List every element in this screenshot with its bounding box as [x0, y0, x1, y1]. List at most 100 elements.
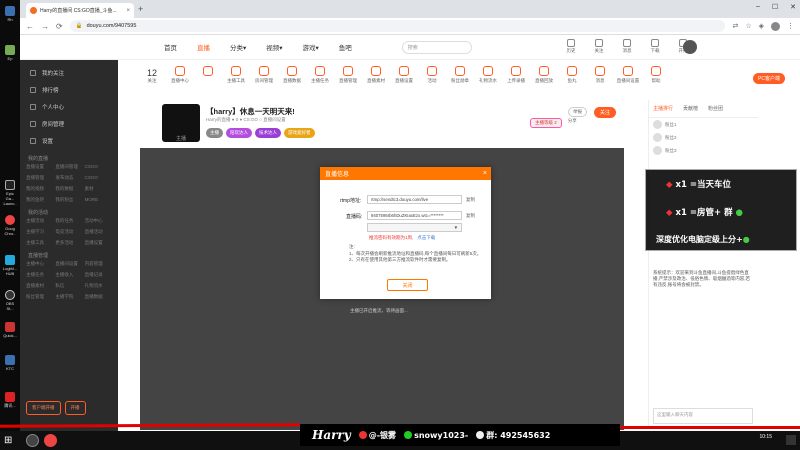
tool-item[interactable]: 粉丝勋章: [446, 62, 474, 84]
sidebar-item-rank[interactable]: 排行榜: [20, 81, 118, 98]
download-button[interactable]: 下载: [647, 39, 663, 54]
close-dialog-button[interactable]: 关闭: [387, 279, 428, 291]
avatar: [653, 120, 662, 129]
rtmp-field[interactable]: rtmp://sendtc3.douyu.com/live: [367, 195, 462, 204]
tool-item[interactable]: 直播间设置: [614, 62, 642, 84]
follow-count[interactable]: 12 关注: [138, 62, 166, 84]
tool-item[interactable]: 直播素材: [362, 62, 390, 84]
line-select[interactable]: ▼: [367, 223, 462, 232]
tool-item[interactable]: [194, 62, 222, 78]
desktop-icon-chrome[interactable]: Goog Chro..: [2, 215, 18, 236]
nav-category[interactable]: 分类▾: [230, 42, 246, 52]
minimize-button[interactable]: –: [756, 3, 760, 11]
room-tag[interactable]: 游戏爱好者: [284, 128, 315, 138]
tab-rank[interactable]: 主播排行: [653, 105, 673, 112]
rank-item[interactable]: 粉丝3: [649, 144, 758, 157]
tool-item[interactable]: 活动: [418, 62, 446, 84]
profile-avatar[interactable]: [771, 21, 780, 31]
tool-item[interactable]: 直播数据: [278, 62, 306, 84]
chat-input[interactable]: 这里输入聊天内容: [653, 408, 753, 424]
rank-item[interactable]: 粉丝1: [649, 118, 758, 131]
desktop-icon-tencent[interactable]: 腾讯...: [2, 392, 18, 408]
star-icon[interactable]: ☆: [745, 22, 751, 30]
desktop-icon-logi[interactable]: LogiM... HUB: [2, 255, 18, 276]
tool-item[interactable]: 主播任务: [306, 62, 334, 84]
sidebar-section-title: 直播管理: [28, 253, 49, 259]
copy-key-button[interactable]: 复制: [466, 213, 475, 219]
room-tag[interactable]: 主播: [206, 128, 223, 138]
nav-yuba[interactable]: 鱼吧: [339, 42, 352, 52]
browser-tab[interactable]: Harry的直播间 CS:GO直播_斗鱼... ×: [26, 3, 134, 18]
nav-home[interactable]: 首页: [164, 42, 177, 52]
tab-fans[interactable]: 粉丝团: [708, 105, 723, 112]
url-bar[interactable]: 🔒 douyu.com/9407595: [69, 20, 726, 32]
desktop-icon-quick[interactable]: Quick...: [2, 322, 18, 338]
app-icon: [5, 6, 15, 16]
desktop-icon-1[interactable]: Rh: [2, 6, 18, 22]
tab-contrib[interactable]: 贡献榜: [683, 105, 698, 112]
user-avatar[interactable]: [683, 40, 697, 54]
notification-icon[interactable]: [786, 435, 796, 445]
report-button[interactable]: 举报: [568, 107, 587, 117]
room-avatar[interactable]: 主播: [162, 104, 200, 142]
tool-item[interactable]: 主播工具: [222, 62, 250, 84]
tool-item[interactable]: 直播设置: [390, 62, 418, 84]
sidebar-item-follow[interactable]: 我的关注: [20, 64, 118, 81]
tool-item[interactable]: 上传录播: [502, 62, 530, 84]
tool-item[interactable]: 帮助: [642, 62, 670, 84]
extensions-icon[interactable]: ◈: [759, 22, 764, 30]
header-icons: 历史 关注 消息 下载 开播: [563, 39, 691, 54]
tool-item[interactable]: 房间管理: [250, 62, 278, 84]
dialog-title: 直播信息: [325, 172, 350, 178]
tool-item[interactable]: 直播管理: [334, 62, 362, 84]
tool-item[interactable]: 直播回放: [530, 62, 558, 84]
sidebar-item-settings[interactable]: 设置: [20, 132, 118, 149]
overlay-line-3: 深度优化电脑定级上分+●: [656, 235, 750, 244]
follow-button[interactable]: 关注: [594, 107, 617, 118]
room-info: 主播 【harry】休息一天明天来! Harry的直播 ● 0 ● CS:GO …: [138, 100, 638, 146]
back-icon[interactable]: ←: [26, 22, 34, 31]
rank-item[interactable]: 粉丝2: [649, 131, 758, 144]
copy-rtmp-button[interactable]: 复制: [466, 197, 475, 203]
start-live-button[interactable]: 开播: [64, 401, 86, 415]
tool-item[interactable]: 直播中心: [166, 62, 194, 84]
chrome-icon[interactable]: [44, 434, 57, 447]
download-link[interactable]: 点击下载: [417, 235, 435, 240]
app-icon: [5, 322, 15, 332]
desktop-icon-ktc[interactable]: KTC: [2, 355, 18, 371]
lock-icon: 🔒: [75, 23, 83, 29]
desktop-icon-obs[interactable]: OBS St...: [2, 290, 18, 311]
maximize-button[interactable]: ☐: [772, 3, 778, 11]
windows-start-icon[interactable]: ⊞: [4, 435, 12, 446]
tool-item[interactable]: 礼物流水: [474, 62, 502, 84]
tool-item[interactable]: 鱼丸: [558, 62, 586, 84]
nav-game[interactable]: 游戏▾: [303, 42, 319, 52]
search-icon[interactable]: [26, 434, 39, 447]
nav-video[interactable]: 视频▾: [266, 42, 282, 52]
taskbar-clock[interactable]: 10:15: [759, 434, 772, 440]
history-button[interactable]: 历史: [563, 39, 579, 54]
follow-button[interactable]: 关注: [591, 39, 607, 54]
menu-icon[interactable]: ⋮: [787, 22, 794, 30]
sidebar-item-room[interactable]: 房间管理: [20, 115, 118, 132]
sidebar-item-personal[interactable]: 个人中心: [20, 98, 118, 115]
search-input[interactable]: 搜索: [401, 40, 472, 54]
share-button[interactable]: 分享: [568, 118, 577, 128]
client-live-button[interactable]: 客户端开播: [26, 401, 61, 415]
translate-icon[interactable]: ⇄: [732, 22, 738, 30]
message-button[interactable]: 消息: [619, 39, 635, 54]
close-window-button[interactable]: ✕: [790, 3, 796, 11]
room-tag[interactable]: 技术达人: [255, 128, 281, 138]
nav-live[interactable]: 直播: [197, 42, 210, 52]
pc-client-button[interactable]: PC客户端: [753, 73, 785, 84]
desktop-icon-2[interactable]: Ep: [2, 45, 18, 61]
desktop-icon-epic[interactable]: Epic Ga... Launc..: [2, 180, 18, 206]
reload-icon[interactable]: ⟳: [56, 22, 63, 31]
tool-item[interactable]: 消息: [586, 62, 614, 84]
close-icon[interactable]: ×: [483, 170, 487, 177]
stream-key-field[interactable]: 9407595rb6hDuZKIaxEzx.wtc=********: [367, 211, 462, 220]
new-tab-button[interactable]: +: [138, 4, 143, 14]
forward-icon[interactable]: →: [41, 22, 49, 31]
room-tag[interactable]: 陪玩达人: [226, 128, 252, 138]
close-tab-icon[interactable]: ×: [126, 8, 130, 14]
